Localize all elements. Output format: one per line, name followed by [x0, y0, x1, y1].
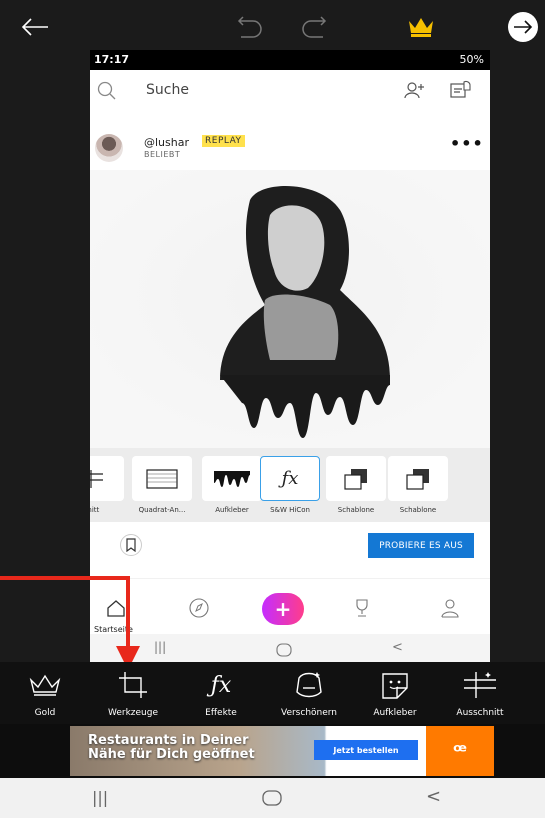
- ad-area: Restaurants in Deiner Nähe für Dich geöf…: [0, 724, 545, 778]
- ad-order-button[interactable]: Jetzt bestellen: [314, 740, 418, 760]
- tool-label: Verschönern: [280, 708, 338, 718]
- search-icon: [96, 80, 118, 106]
- bookmark-icon: [120, 534, 142, 556]
- annotation-arrow: [0, 576, 140, 670]
- tool-card-stencil-1: [326, 456, 386, 501]
- home-button-icon[interactable]: [262, 790, 282, 810]
- more-icon: •••: [450, 134, 484, 153]
- tool-label: Schablone: [399, 506, 437, 514]
- tool-cutout[interactable]: Ausschnitt: [440, 662, 520, 724]
- notifications-icon: [448, 80, 472, 104]
- crown-icon[interactable]: [404, 10, 438, 44]
- recent-apps-icon[interactable]: |||: [92, 788, 108, 807]
- tool-label: Schnitt: [90, 506, 100, 514]
- tool-label: Gold: [34, 708, 56, 718]
- arrow-left-icon[interactable]: [18, 10, 52, 44]
- fx-icon: ƒx: [281, 468, 299, 489]
- crown-outline-icon: [25, 670, 65, 700]
- tools-strip: ƒx Schnitt Quadrat-An... Aufkleber S&W H…: [90, 448, 490, 522]
- system-nav-bar: ||| <: [0, 778, 545, 818]
- post-photo: [90, 170, 490, 448]
- editor-screen: 17:17 50% Suche @lushar REPLAY BELIEBT •…: [0, 0, 545, 818]
- status-battery: 50%: [459, 53, 484, 66]
- try-it-button: PROBIERE ES AUS: [368, 533, 474, 558]
- tool-sticker[interactable]: Aufkleber: [355, 662, 435, 724]
- discover-icon: [188, 597, 210, 623]
- post-username: @lushar: [144, 136, 189, 149]
- tool-tools[interactable]: Werkzeuge: [93, 662, 173, 724]
- add-button: +: [262, 593, 304, 625]
- tool-beautify[interactable]: Verschönern: [269, 662, 349, 724]
- tool-label: Werkzeuge: [107, 708, 159, 718]
- replay-badge: REPLAY: [202, 135, 245, 147]
- phone-nav-bar: ||| <: [90, 634, 490, 662]
- portrait-image: [90, 170, 490, 448]
- tool-label: Quadrat-An...: [138, 506, 186, 514]
- undo-icon[interactable]: [230, 10, 264, 44]
- tool-label: Effekte: [205, 708, 237, 718]
- ad-headline: Restaurants in Deiner Nähe für Dich geöf…: [88, 734, 255, 762]
- tool-label: S&W HiCon: [270, 506, 310, 514]
- post-subtitle: BELIEBT: [144, 150, 181, 159]
- top-bar: [0, 0, 545, 50]
- fx-icon: ƒx: [210, 672, 232, 698]
- tool-label: Schablone: [337, 506, 375, 514]
- tool-gold[interactable]: Gold: [5, 662, 85, 724]
- tool-effects[interactable]: ƒx Effekte: [181, 662, 261, 724]
- back-icon[interactable]: <: [426, 786, 441, 807]
- tool-card-sticker: [202, 456, 262, 501]
- status-time: 17:17: [94, 53, 130, 66]
- tool-card-square: [132, 456, 192, 501]
- post-header: @lushar REPLAY BELIEBT •••: [90, 126, 490, 176]
- avatar: [95, 134, 123, 162]
- back-icon: <: [392, 640, 403, 655]
- sticker-icon: [375, 670, 415, 700]
- canvas-image: 17:17 50% Suche @lushar REPLAY BELIEBT •…: [90, 50, 490, 662]
- search-label: Suche: [146, 82, 189, 98]
- ad-headline-line2: Nähe für Dich geöffnet: [88, 747, 255, 762]
- tool-card-bw-hicon: ƒx: [260, 456, 320, 501]
- status-bar: 17:17 50%: [90, 50, 490, 70]
- search-bar: Suche: [90, 70, 490, 114]
- crop-icon: [113, 670, 153, 700]
- arrow-right-circle-icon[interactable]: [506, 10, 540, 44]
- trophy-icon: [352, 597, 372, 623]
- tool-label: Ausschnitt: [456, 708, 504, 718]
- tool-label: Aufkleber: [373, 708, 417, 718]
- recent-apps-icon: |||: [154, 640, 167, 654]
- tool-card-cutout: [90, 456, 124, 501]
- ad-headline-line1: Restaurants in Deiner: [88, 733, 249, 748]
- app-bottom-nav: Startseite +: [90, 578, 490, 634]
- tool-card-stencil-2: [388, 456, 448, 501]
- ad-logo: ꟹ: [426, 726, 494, 776]
- beautify-icon: [289, 670, 329, 700]
- ad-banner[interactable]: Restaurants in Deiner Nähe für Dich geöf…: [70, 726, 494, 776]
- redo-icon[interactable]: [300, 10, 334, 44]
- add-user-icon: [402, 80, 426, 104]
- editor-toolbar: Gold Werkzeuge ƒx Effekte Verschönern Au…: [0, 662, 545, 724]
- tool-label: Aufkleber: [215, 506, 249, 514]
- cutout-icon: [460, 670, 500, 700]
- home-button-icon: [276, 642, 292, 661]
- profile-icon: [440, 597, 460, 623]
